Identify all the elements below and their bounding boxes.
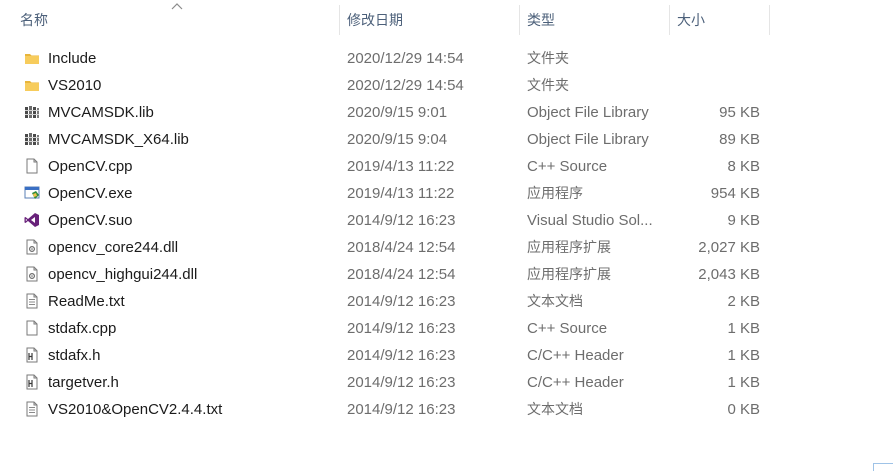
file-size: 9 KB <box>727 212 760 229</box>
file-date-modified: 2018/4/24 12:54 <box>347 266 456 283</box>
file-row[interactable]: opencv_highgui244.dll 2018/4/24 12:54 应用程序… <box>0 261 893 288</box>
file-date-modified: 2014/9/12 16:23 <box>347 320 456 337</box>
cpp-file-icon <box>24 320 40 336</box>
library-icon <box>24 131 40 147</box>
file-name: VS2010 <box>48 77 102 94</box>
file-row[interactable]: ReadMe.txt 2014/9/12 16:23 文本文档 2 KB <box>0 288 893 315</box>
file-date-modified: 2020/9/15 9:04 <box>347 131 448 148</box>
file-size: 2,027 KB <box>698 239 760 256</box>
file-row[interactable]: MVCAMSDK.lib 2020/9/15 9:01 Object File Li… <box>0 99 893 126</box>
file-name: OpenCV.exe <box>48 185 133 202</box>
file-explorer-details-view: 名称 修改日期 类型 大小 Include 2020/12/29 14:54 文件夹… <box>0 0 893 471</box>
cpp-file-icon <box>24 158 40 174</box>
file-type: 应用程序扩展 <box>527 266 611 282</box>
column-header-bar: 名称 修改日期 类型 大小 <box>0 0 893 40</box>
text-file-icon <box>24 401 40 417</box>
file-date-modified: 2014/9/12 16:23 <box>347 374 456 391</box>
file-date-modified: 2018/4/24 12:54 <box>347 239 456 256</box>
file-type: C/C++ Header <box>527 374 624 391</box>
file-name: Include <box>48 50 97 67</box>
column-header-date-modified[interactable]: 修改日期 <box>347 0 517 40</box>
file-type: Object File Library <box>527 131 649 148</box>
file-row[interactable]: OpenCV.cpp 2019/4/13 11:22 C++ Source 8 KB <box>0 153 893 180</box>
file-size: 1 KB <box>727 320 760 337</box>
column-divider[interactable] <box>769 5 770 35</box>
file-size <box>677 72 760 99</box>
file-size: 89 KB <box>719 131 760 148</box>
file-type: 文件夹 <box>527 77 569 93</box>
visual-studio-icon <box>24 212 40 228</box>
file-name: opencv_highgui244.dll <box>48 266 198 283</box>
file-type: C++ Source <box>527 320 608 337</box>
file-name: OpenCV.suo <box>48 212 133 229</box>
file-name: targetver.h <box>48 374 119 391</box>
file-list: Include 2020/12/29 14:54 文件夹 VS2010 2020/12/… <box>0 45 893 423</box>
file-name: stdafx.cpp <box>48 320 117 337</box>
column-divider[interactable] <box>339 5 340 35</box>
file-row[interactable]: OpenCV.suo 2014/9/12 16:23 Visual Studio S… <box>0 207 893 234</box>
file-name: opencv_core244.dll <box>48 239 179 256</box>
file-size: 8 KB <box>727 158 760 175</box>
file-date-modified: 2020/9/15 9:01 <box>347 104 448 121</box>
file-row[interactable]: OpenCV.exe 2019/4/13 11:22 应用程序 954 KB <box>0 180 893 207</box>
file-type: C++ Source <box>527 158 608 175</box>
header-file-icon <box>24 374 40 390</box>
file-name: OpenCV.cpp <box>48 158 133 175</box>
file-type: Object File Library <box>527 104 649 121</box>
file-size: 95 KB <box>719 104 760 121</box>
file-row[interactable]: Include 2020/12/29 14:54 文件夹 <box>0 45 893 72</box>
text-file-icon <box>24 293 40 309</box>
file-size: 954 KB <box>710 185 760 202</box>
selection-edge <box>873 463 893 471</box>
file-name: VS2010&OpenCV2.4.4.txt <box>48 401 223 418</box>
file-type: 文本文档 <box>527 401 583 417</box>
column-divider[interactable] <box>669 5 670 35</box>
file-type: 应用程序扩展 <box>527 239 611 255</box>
file-row[interactable]: opencv_core244.dll 2018/4/24 12:54 应用程序扩展 2… <box>0 234 893 261</box>
file-date-modified: 2014/9/12 16:23 <box>347 212 456 229</box>
application-icon <box>24 185 40 201</box>
file-name: MVCAMSDK_X64.lib <box>48 131 189 148</box>
file-date-modified: 2014/9/12 16:23 <box>347 293 456 310</box>
dll-file-icon <box>24 266 40 282</box>
file-date-modified: 2019/4/13 11:22 <box>347 158 455 175</box>
file-date-modified: 2014/9/12 16:23 <box>347 347 456 364</box>
file-size: 1 KB <box>727 347 760 364</box>
column-header-size[interactable]: 大小 <box>677 0 767 40</box>
file-date-modified: 2020/12/29 14:54 <box>347 50 464 67</box>
file-name: ReadMe.txt <box>48 293 125 310</box>
column-header-name[interactable]: 名称 <box>20 0 340 40</box>
file-type: C/C++ Header <box>527 347 624 364</box>
file-row[interactable]: stdafx.cpp 2014/9/12 16:23 C++ Source 1 KB <box>0 315 893 342</box>
library-icon <box>24 104 40 120</box>
dll-file-icon <box>24 239 40 255</box>
file-size: 0 KB <box>727 401 760 418</box>
file-size: 2 KB <box>727 293 760 310</box>
file-size: 2,043 KB <box>698 266 760 283</box>
column-divider[interactable] <box>519 5 520 35</box>
folder-icon <box>24 50 40 66</box>
file-name: MVCAMSDK.lib <box>48 104 154 121</box>
file-row[interactable]: VS2010&OpenCV2.4.4.txt 2014/9/12 16:23 文本文… <box>0 396 893 423</box>
file-date-modified: 2014/9/12 16:23 <box>347 401 456 418</box>
folder-icon <box>24 77 40 93</box>
file-row[interactable]: VS2010 2020/12/29 14:54 文件夹 <box>0 72 893 99</box>
file-type: 文本文档 <box>527 293 583 309</box>
header-file-icon <box>24 347 40 363</box>
file-row[interactable]: targetver.h 2014/9/12 16:23 C/C++ Header 1 … <box>0 369 893 396</box>
file-name: stdafx.h <box>48 347 101 364</box>
file-type: Visual Studio Sol... <box>527 212 653 229</box>
file-date-modified: 2019/4/13 11:22 <box>347 185 455 202</box>
column-header-type[interactable]: 类型 <box>527 0 667 40</box>
file-size: 1 KB <box>727 374 760 391</box>
file-type: 文件夹 <box>527 50 569 66</box>
file-size <box>677 45 760 72</box>
file-type: 应用程序 <box>527 185 583 201</box>
file-date-modified: 2020/12/29 14:54 <box>347 77 464 94</box>
file-row[interactable]: stdafx.h 2014/9/12 16:23 C/C++ Header 1 KB <box>0 342 893 369</box>
file-row[interactable]: MVCAMSDK_X64.lib 2020/9/15 9:04 Object Fil… <box>0 126 893 153</box>
